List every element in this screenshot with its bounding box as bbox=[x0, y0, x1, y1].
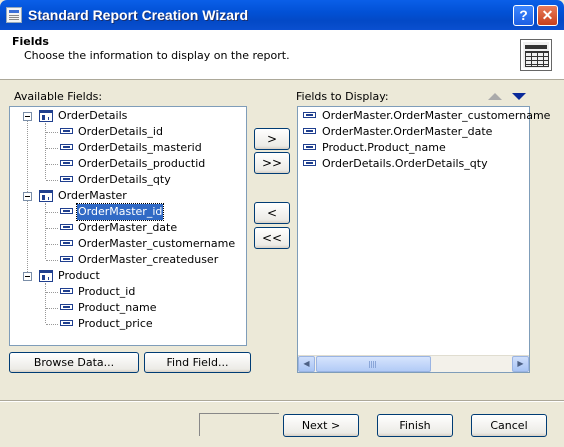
tree-field[interactable]: OrderMaster_date bbox=[10, 220, 246, 236]
field-icon bbox=[60, 240, 73, 246]
field-icon bbox=[60, 256, 73, 262]
tree-connector bbox=[46, 132, 58, 133]
tree-connector bbox=[46, 292, 58, 293]
tree-field-label: OrderDetails_qty bbox=[78, 173, 171, 186]
field-icon bbox=[60, 144, 73, 150]
field-icon bbox=[60, 128, 73, 134]
tree-field-label: OrderDetails_masterid bbox=[78, 141, 202, 154]
horizontal-scrollbar[interactable]: ◀ ▶ bbox=[298, 355, 529, 372]
help-button[interactable]: ? bbox=[513, 5, 534, 26]
tree-field[interactable]: Product_price bbox=[10, 316, 246, 332]
footer-divider bbox=[0, 400, 564, 402]
tree-connector bbox=[46, 324, 58, 325]
finish-button[interactable]: Finish bbox=[377, 414, 453, 437]
remove-all-fields-button[interactable]: << bbox=[254, 227, 290, 249]
tree-field-label: OrderDetails_id bbox=[78, 125, 163, 138]
add-all-fields-button[interactable]: >> bbox=[254, 152, 290, 174]
tree-field[interactable]: OrderMaster_customername bbox=[10, 236, 246, 252]
scroll-left-icon[interactable]: ◀ bbox=[298, 356, 315, 372]
tree-field[interactable]: OrderDetails_id bbox=[10, 124, 246, 140]
page-title: Fields bbox=[12, 35, 49, 48]
list-item[interactable]: OrderDetails.OrderDetails_qty bbox=[298, 156, 529, 172]
scrollbar-thumb[interactable] bbox=[316, 356, 431, 372]
tree-field-label: Product_name bbox=[78, 301, 157, 314]
add-field-button[interactable]: > bbox=[254, 128, 290, 150]
collapse-icon[interactable] bbox=[23, 112, 32, 121]
report-app-icon bbox=[6, 7, 22, 23]
tree-connector bbox=[46, 148, 58, 149]
field-icon bbox=[60, 224, 73, 230]
tree-connector bbox=[46, 244, 58, 245]
fields-to-display-list[interactable]: OrderMaster.OrderMaster_customername Ord… bbox=[297, 106, 550, 373]
tree-connector bbox=[46, 180, 58, 181]
tree-connector bbox=[46, 308, 58, 309]
available-fields-tree[interactable]: OrderDetails OrderDetails_id OrderDetail… bbox=[9, 106, 247, 346]
tree-field[interactable]: Product_name bbox=[10, 300, 246, 316]
field-icon bbox=[60, 320, 73, 326]
next-button[interactable]: Next > bbox=[283, 414, 359, 437]
list-item-label: OrderMaster.OrderMaster_customername bbox=[322, 109, 551, 122]
tree-field-selected[interactable]: OrderMaster_id bbox=[10, 203, 246, 221]
field-icon bbox=[303, 144, 316, 150]
cancel-button[interactable]: Cancel bbox=[471, 414, 547, 437]
tree-field-label: Product_id bbox=[78, 285, 136, 298]
list-item-label: Product.Product_name bbox=[322, 141, 446, 154]
tree-group-label: OrderDetails bbox=[58, 109, 128, 122]
browse-data-button[interactable]: Browse Data... bbox=[9, 352, 139, 373]
tree-group-label: Product bbox=[58, 269, 100, 282]
page-subtitle: Choose the information to display on the… bbox=[24, 49, 290, 62]
table-icon bbox=[39, 270, 53, 282]
field-icon bbox=[303, 128, 316, 134]
collapse-icon[interactable] bbox=[23, 272, 32, 281]
tree-connector bbox=[46, 260, 58, 261]
list-item-label: OrderDetails.OrderDetails_qty bbox=[322, 157, 488, 170]
find-field-button[interactable]: Find Field... bbox=[144, 352, 251, 373]
tree-field[interactable]: OrderDetails_masterid bbox=[10, 140, 246, 156]
title-bar: Standard Report Creation Wizard ? ✕ bbox=[0, 0, 564, 30]
field-icon bbox=[60, 208, 73, 214]
list-item[interactable]: OrderMaster.OrderMaster_date bbox=[298, 124, 529, 140]
collapse-icon[interactable] bbox=[23, 192, 32, 201]
close-button[interactable]: ✕ bbox=[537, 5, 558, 26]
field-icon bbox=[303, 112, 316, 118]
tree-group-ordermaster[interactable]: OrderMaster bbox=[10, 188, 246, 204]
window-title: Standard Report Creation Wizard bbox=[28, 7, 249, 23]
tree-field[interactable]: OrderMaster_createduser bbox=[10, 252, 246, 268]
field-icon bbox=[60, 288, 73, 294]
tree-field-label: OrderMaster_date bbox=[78, 221, 178, 234]
tree-group-label: OrderMaster bbox=[58, 189, 127, 202]
wizard-header: Fields Choose the information to display… bbox=[0, 30, 564, 80]
tree-field-label: OrderMaster_customername bbox=[78, 237, 236, 250]
tree-group-orderdetails[interactable]: OrderDetails bbox=[10, 108, 246, 124]
list-item[interactable]: OrderMaster.OrderMaster_customername bbox=[298, 108, 550, 124]
tree-field[interactable]: OrderDetails_productid bbox=[10, 156, 246, 172]
move-up-icon[interactable] bbox=[488, 93, 502, 100]
tree-group-product[interactable]: Product bbox=[10, 268, 246, 284]
tree-field[interactable]: OrderDetails_qty bbox=[10, 172, 246, 188]
tree-connector bbox=[46, 212, 58, 213]
tree-connector bbox=[46, 164, 58, 165]
field-icon bbox=[303, 160, 316, 166]
tree-field-label: OrderMaster_id bbox=[75, 203, 165, 221]
table-icon bbox=[39, 190, 53, 202]
field-icon bbox=[60, 304, 73, 310]
table-icon bbox=[39, 110, 53, 122]
back-button-ghost bbox=[199, 413, 279, 436]
move-down-icon[interactable] bbox=[512, 93, 526, 100]
list-item-label: OrderMaster.OrderMaster_date bbox=[322, 125, 493, 138]
tree-connector bbox=[46, 228, 58, 229]
available-fields-label: Available Fields: bbox=[14, 90, 103, 103]
list-item[interactable]: Product.Product_name bbox=[298, 140, 529, 156]
scroll-right-icon[interactable]: ▶ bbox=[512, 356, 529, 372]
tree-field-label: Product_price bbox=[78, 317, 153, 330]
tree-field-label: OrderMaster_createduser bbox=[78, 253, 219, 266]
field-icon bbox=[60, 176, 73, 182]
report-table-icon bbox=[520, 39, 552, 71]
remove-field-button[interactable]: < bbox=[254, 202, 290, 224]
field-icon bbox=[60, 160, 73, 166]
tree-field-label: OrderDetails_productid bbox=[78, 157, 206, 170]
tree-field[interactable]: Product_id bbox=[10, 284, 246, 300]
fields-to-display-label: Fields to Display: bbox=[296, 90, 389, 103]
